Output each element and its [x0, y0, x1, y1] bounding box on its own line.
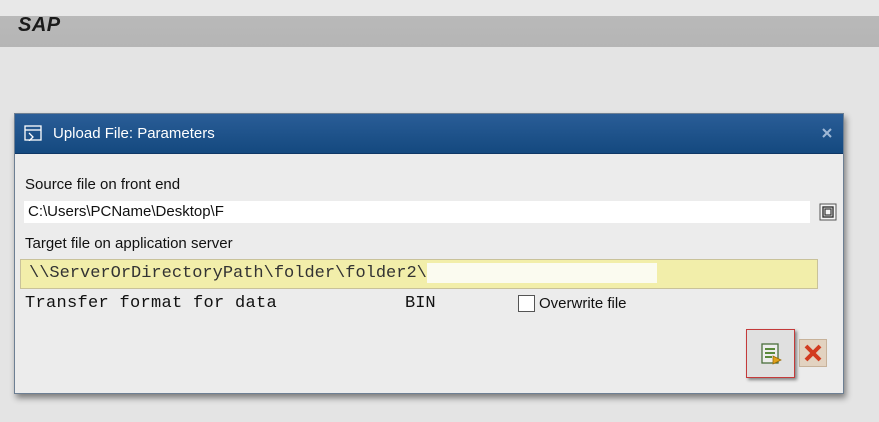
upload-dialog-icon — [24, 125, 42, 142]
source-file-value: C:\Users\PCName\Desktop\F — [28, 203, 224, 220]
redacted-area — [426, 262, 657, 283]
target-file-label: Target file on application server — [25, 235, 233, 252]
cancel-icon — [804, 344, 822, 362]
continue-icon — [761, 343, 782, 365]
cancel-button[interactable] — [799, 339, 827, 367]
upload-file-dialog: Upload File: Parameters Source file on f… — [14, 113, 844, 394]
close-icon[interactable] — [821, 126, 833, 138]
dialog-titlebar: Upload File: Parameters — [15, 114, 843, 154]
source-file-input[interactable]: C:\Users\PCName\Desktop\F — [24, 201, 810, 223]
browse-file-icon[interactable] — [819, 203, 837, 221]
target-file-value: \\ServerOrDirectoryPath\folder\folder2\ — [29, 264, 427, 283]
title-bar: SAP — [0, 0, 879, 47]
transfer-format-value: BIN — [405, 294, 436, 313]
target-file-input[interactable]: \\ServerOrDirectoryPath\folder\folder2\ — [20, 259, 818, 289]
continue-button[interactable] — [746, 329, 795, 378]
dialog-title: Upload File: Parameters — [53, 125, 215, 142]
overwrite-file-checkbox[interactable] — [518, 295, 535, 312]
transfer-format-label: Transfer format for data — [25, 294, 278, 313]
source-file-label: Source file on front end — [25, 176, 181, 193]
sap-logo: SAP — [18, 14, 61, 36]
overwrite-file-label: Overwrite file — [539, 295, 627, 312]
redacted-area — [223, 202, 344, 216]
